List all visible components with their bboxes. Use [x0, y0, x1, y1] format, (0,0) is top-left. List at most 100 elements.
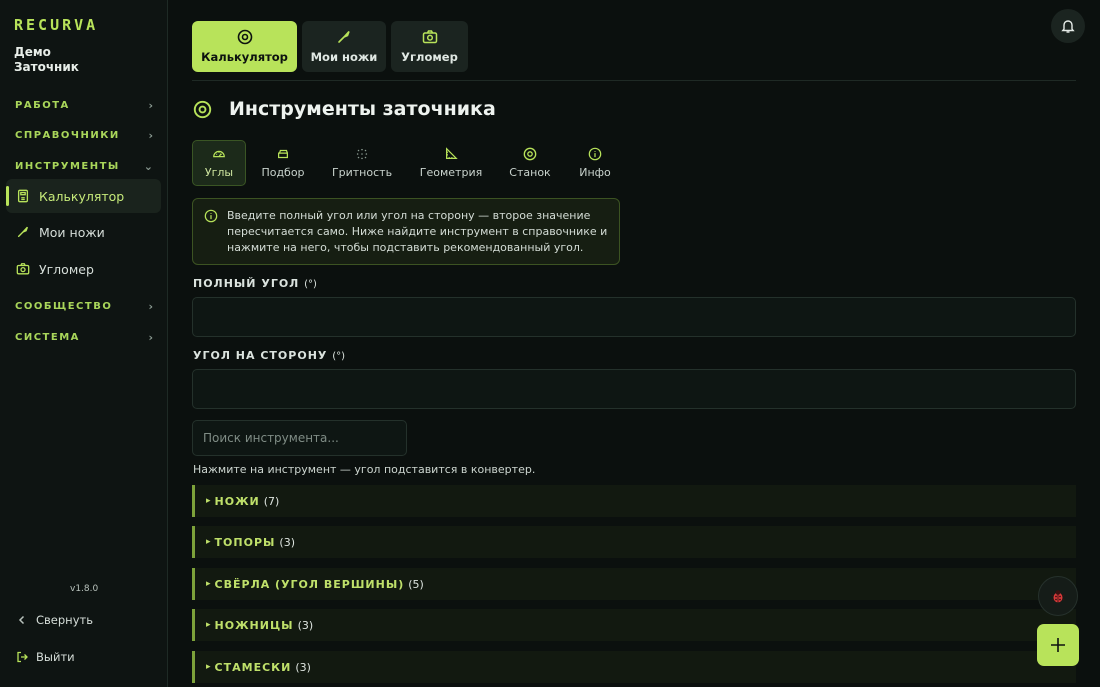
group-count: (3): [279, 535, 295, 549]
report-bug-button[interactable]: [1038, 576, 1078, 616]
sidebar-item-my-knives[interactable]: Мои ножи: [6, 215, 161, 249]
logout-label: Выйти: [36, 650, 75, 664]
tab-calculator[interactable]: Калькулятор: [192, 21, 297, 72]
subtab-info[interactable]: Инфо: [572, 140, 618, 186]
sidebar-item-label: Мои ножи: [39, 224, 105, 240]
bug-icon: [1051, 590, 1065, 603]
group-count: (7): [263, 494, 280, 508]
triangle-ruler-icon: [446, 147, 458, 159]
add-button[interactable]: [1037, 624, 1079, 666]
group-name: НОЖНИЦЫ: [214, 618, 294, 632]
group-knives[interactable]: ▸ НОЖИ (7): [192, 485, 1076, 517]
tab-label: Калькулятор: [201, 50, 288, 64]
user-first-name: Демо: [14, 45, 51, 59]
subtab-label: Инфо: [579, 166, 611, 179]
notifications-button[interactable]: [1051, 9, 1085, 43]
unit-label: (°): [332, 351, 346, 362]
full-angle-input[interactable]: [192, 297, 1076, 337]
bell-icon: [1061, 20, 1075, 33]
gauge-icon: [213, 150, 225, 158]
sidebar-item-label: Калькулятор: [39, 188, 125, 204]
page-header: Инструменты заточника: [193, 98, 496, 120]
full-angle-label: ПОЛНЫЙ УГОЛ (°): [193, 277, 317, 290]
nav-section-tools[interactable]: ИНСТРУМЕНТЫ ⌄: [15, 156, 153, 176]
info-text: Введите полный угол или угол на сторону …: [227, 208, 607, 255]
logout-button[interactable]: Выйти: [16, 650, 75, 664]
group-name: ТОПОРЫ: [214, 535, 276, 549]
side-angle-input[interactable]: [192, 369, 1076, 409]
logout-icon: [17, 651, 28, 663]
expand-triangle-icon: ▸: [206, 579, 211, 589]
sidebar: RECURVA Демо Заточник РАБОТА › СПРАВОЧНИ…: [0, 0, 168, 687]
tab-label: Мои ножи: [310, 50, 378, 64]
chevron-right-icon: ›: [148, 98, 153, 112]
chevron-down-icon: ⌄: [143, 159, 153, 173]
grit-icon: [356, 148, 368, 160]
plus-icon: [1051, 638, 1065, 652]
subtab-geometry[interactable]: Геометрия: [414, 140, 488, 186]
subtab-grit[interactable]: Гритность: [326, 140, 398, 186]
group-axes[interactable]: ▸ ТОПОРЫ (3): [192, 526, 1076, 558]
nav-section-community[interactable]: СООБЩЕСТВО ›: [15, 296, 153, 316]
sidebar-item-label: Угломер: [39, 261, 94, 277]
subtab-label: Станок: [509, 166, 551, 179]
knife-icon: [338, 30, 350, 43]
nav-section-work[interactable]: РАБОТА ›: [15, 95, 153, 115]
group-drills[interactable]: ▸ СВЁРЛА (УГОЛ ВЕРШИНЫ) (5): [192, 568, 1076, 600]
expand-triangle-icon: ▸: [206, 496, 211, 506]
sidebar-item-protractor[interactable]: Угломер: [6, 252, 161, 286]
sidebar-item-calculator[interactable]: Калькулятор: [6, 179, 161, 213]
label-text: ПОЛНЫЙ УГОЛ: [193, 277, 300, 290]
expand-triangle-icon: ▸: [206, 662, 211, 672]
target-icon: [523, 147, 537, 161]
expand-triangle-icon: ▸: [206, 537, 211, 547]
group-name: СВЁРЛА (УГОЛ ВЕРШИНЫ): [214, 577, 405, 591]
nav-section-label: СООБЩЕСТВО: [15, 300, 113, 312]
target-icon: [193, 100, 212, 118]
expand-triangle-icon: ▸: [206, 620, 211, 630]
info-line: пересчитается само. Ниже найдите инструм…: [227, 225, 608, 238]
group-scissors[interactable]: ▸ НОЖНИЦЫ (3): [192, 609, 1076, 641]
nav-section-label: СПРАВОЧНИКИ: [15, 129, 120, 141]
group-count: (3): [295, 660, 311, 674]
subtab-selection[interactable]: Подбор: [254, 140, 312, 186]
tab-label: Угломер: [401, 50, 458, 64]
collapse-label: Свернуть: [36, 613, 93, 627]
nav-section-label: СИСТЕМА: [15, 331, 80, 343]
info-callout: Введите полный угол или угол на сторону …: [192, 198, 620, 265]
chevron-right-icon: ›: [148, 128, 153, 142]
chevron-right-icon: ›: [148, 299, 153, 313]
subtab-machine[interactable]: Станок: [503, 140, 557, 186]
calculator-icon: [17, 189, 29, 203]
unit-label: (°): [304, 279, 317, 290]
tab-protractor[interactable]: Угломер: [391, 21, 468, 72]
subtab-label: Геометрия: [419, 166, 483, 179]
collapse-sidebar-button[interactable]: Свернуть: [16, 613, 93, 627]
subtab-label: Углы: [204, 166, 234, 179]
group-count: (5): [408, 577, 424, 591]
tool-search-input[interactable]: [192, 420, 407, 456]
camera-icon: [422, 30, 437, 44]
info-icon: [588, 147, 602, 161]
nav-section-references[interactable]: СПРАВОЧНИКИ ›: [15, 125, 153, 145]
nav-section-label: РАБОТА: [15, 99, 70, 111]
stone-icon: [278, 149, 288, 159]
info-line: нажмите на него, чтобы подставить рекоме…: [227, 241, 584, 254]
user-name: Демо Заточник: [14, 45, 154, 75]
knife-icon: [17, 226, 29, 238]
nav-section-system[interactable]: СИСТЕМА ›: [15, 327, 153, 347]
side-angle-label: УГОЛ НА СТОРОНУ (°): [193, 349, 345, 362]
nav-section-label: ИНСТРУМЕНТЫ: [15, 160, 120, 172]
tab-my-knives[interactable]: Мои ножи: [302, 21, 386, 72]
app-logo[interactable]: RECURVA: [14, 16, 98, 34]
group-chisels[interactable]: ▸ СТАМЕСКИ (3): [192, 651, 1076, 683]
group-count: (3): [297, 618, 314, 632]
page-title: Инструменты заточника: [229, 98, 496, 120]
header-divider: [192, 80, 1076, 81]
user-last-name: Заточник: [14, 60, 79, 74]
info-icon: [204, 209, 218, 223]
subtab-angles[interactable]: Углы: [192, 140, 246, 186]
info-line: Введите полный угол или угол на сторону …: [227, 209, 591, 222]
app-version: v1.8.0: [70, 584, 99, 594]
subtab-label: Гритность: [331, 166, 393, 179]
